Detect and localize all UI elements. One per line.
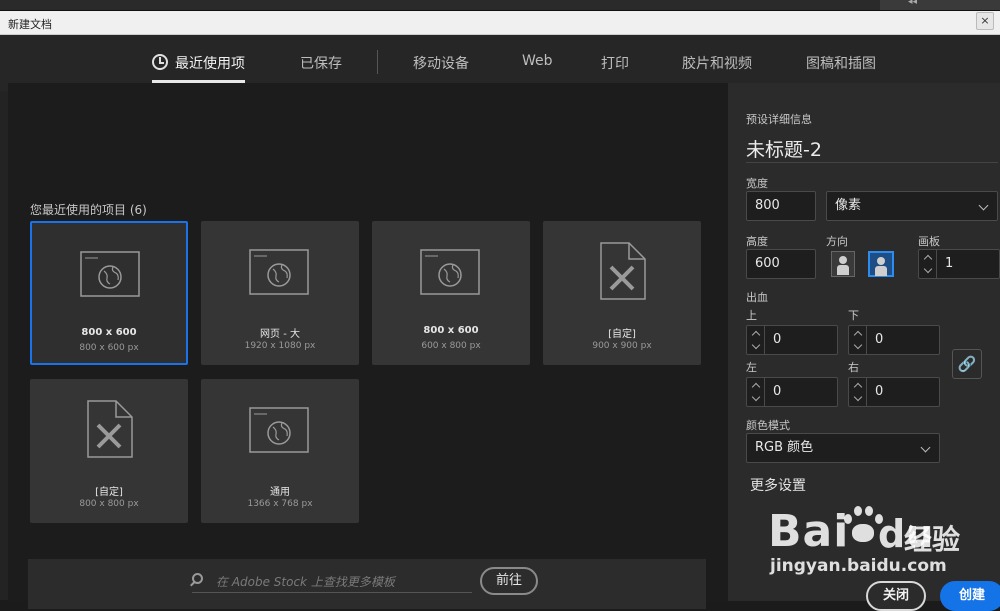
width-label: 宽度 — [746, 177, 768, 190]
portrait-orientation-button[interactable] — [831, 251, 855, 277]
tab-divider — [377, 50, 378, 74]
recent-count: (6) — [129, 203, 147, 217]
bleed-left-label: 左 — [746, 361, 757, 374]
preset-dims: 1920 x 1080 px — [244, 341, 316, 351]
preset-dims: 600 x 800 px — [421, 341, 481, 351]
search-icon — [192, 573, 203, 584]
bleed-right-label: 右 — [848, 361, 859, 374]
chevron-down-icon — [920, 442, 931, 453]
orientation-label: 方向 — [826, 235, 848, 248]
preset-name: [自定] — [95, 487, 123, 498]
create-button[interactable]: 创建 — [940, 581, 1000, 611]
preset-card[interactable]: 800 x 600 800 x 600 px — [30, 221, 188, 365]
preset-dims: 800 x 600 px — [79, 343, 139, 353]
tab-art-illustration[interactable]: 图稿和插图 — [806, 53, 876, 73]
bleed-left-stepper[interactable]: 0 — [746, 377, 838, 407]
preset-card[interactable]: [自定] 800 x 800 px — [30, 379, 188, 523]
collapse-arrows-icon[interactable]: ◂◂ — [908, 0, 917, 7]
preset-card[interactable]: 通用 1366 x 768 px — [201, 379, 359, 523]
bleed-bottom-stepper[interactable]: 0 — [848, 325, 940, 355]
bleed-label: 出血 — [746, 291, 768, 304]
stepper-arrows-icon[interactable] — [747, 378, 765, 406]
artboard-stepper[interactable]: 1 — [918, 249, 1000, 279]
color-mode-label: 颜色模式 — [746, 419, 790, 432]
preset-details-heading: 预设详细信息 — [746, 113, 812, 126]
preset-name: 通用 — [270, 487, 290, 498]
tab-mobile[interactable]: 移动设备 — [413, 53, 469, 73]
tab-saved[interactable]: 已保存 — [300, 53, 342, 73]
preset-dims: 800 x 800 px — [79, 499, 139, 509]
preset-details-panel: 预设详细信息 未标题-2 宽度 800 像素 高度 600 方向 画板 1 出血… — [728, 83, 1000, 611]
preset-dims: 1366 x 768 px — [247, 499, 313, 509]
stepper-arrows-icon[interactable] — [747, 326, 765, 354]
color-mode-select[interactable]: RGB 颜色 — [746, 433, 940, 463]
link-bleed-button[interactable]: 🔗 — [952, 349, 982, 379]
bleed-top-label: 上 — [746, 309, 757, 322]
height-input[interactable]: 600 — [746, 249, 816, 279]
artboard-label: 画板 — [918, 235, 940, 248]
preset-name: 网页 - 大 — [260, 329, 300, 340]
preset-name: [自定] — [608, 329, 636, 340]
document-pencil-icon — [600, 242, 646, 300]
top-strip: ◂◂ — [0, 0, 1000, 10]
tab-film-video[interactable]: 胶片和视频 — [682, 53, 752, 73]
close-button[interactable]: 关闭 — [866, 581, 926, 611]
web-globe-icon — [80, 251, 140, 297]
bleed-bottom-label: 下 — [848, 309, 859, 322]
window-title: 新建文档 — [8, 18, 52, 31]
chevron-down-icon — [978, 200, 989, 211]
web-globe-icon — [249, 249, 309, 295]
portrait-icon — [837, 256, 849, 275]
go-button[interactable]: 前往 — [480, 567, 538, 595]
height-label: 高度 — [746, 235, 768, 248]
landscape-icon — [875, 257, 887, 276]
width-input[interactable]: 800 — [746, 191, 816, 221]
stock-search-placeholder: 在 Adobe Stock 上查找更多模板 — [216, 575, 395, 589]
preset-card[interactable]: [自定] 900 x 900 px — [543, 221, 701, 365]
stock-search-input[interactable]: 在 Adobe Stock 上查找更多模板 — [192, 569, 472, 593]
preset-name: 800 x 600 — [423, 325, 479, 336]
new-document-dialog: 新建文档 × 最近使用项 已保存 移动设备 Web 打印 胶片和视频 图稿和插图… — [0, 10, 1000, 611]
adobe-stock-bar: 在 Adobe Stock 上查找更多模板 前往 — [28, 559, 706, 609]
stepper-arrows-icon[interactable] — [849, 326, 867, 354]
more-settings-link[interactable]: 更多设置 — [750, 475, 806, 495]
preset-dims: 900 x 900 px — [592, 341, 652, 351]
document-name-field[interactable]: 未标题-2 — [746, 135, 998, 163]
document-pencil-icon — [87, 400, 133, 458]
clock-icon — [152, 54, 168, 70]
bleed-top-stepper[interactable]: 0 — [746, 325, 838, 355]
chain-link-icon: 🔗 — [957, 355, 977, 373]
title-bar: 新建文档 × — [0, 11, 1000, 35]
close-icon[interactable]: × — [976, 12, 994, 30]
recent-items-area: 您最近使用的项目 (6) 800 x 600 800 x 600 px 网页 -… — [8, 83, 728, 609]
tab-recent[interactable]: 最近使用项 — [152, 53, 245, 83]
web-globe-icon — [420, 249, 480, 295]
stepper-arrows-icon[interactable] — [919, 250, 937, 278]
bleed-right-stepper[interactable]: 0 — [848, 377, 940, 407]
preset-card[interactable]: 网页 - 大 1920 x 1080 px — [201, 221, 359, 365]
preset-name: 800 x 600 — [81, 327, 137, 338]
stepper-arrows-icon[interactable] — [849, 378, 867, 406]
landscape-orientation-button[interactable] — [868, 251, 894, 277]
tab-web[interactable]: Web — [522, 53, 553, 69]
web-globe-icon — [249, 407, 309, 453]
panel-grip[interactable]: ◂◂ — [880, 0, 1000, 10]
tab-print[interactable]: 打印 — [601, 53, 629, 73]
recent-items-heading: 您最近使用的项目 (6) — [30, 203, 147, 217]
unit-select[interactable]: 像素 — [826, 191, 998, 221]
preset-card[interactable]: 800 x 600 600 x 800 px — [372, 221, 530, 365]
